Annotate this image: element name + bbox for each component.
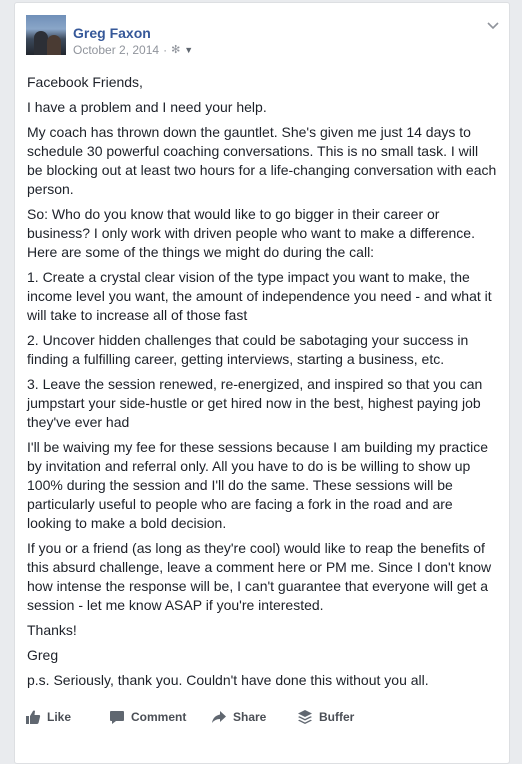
like-label: Like — [47, 710, 72, 724]
avatar[interactable] — [26, 15, 66, 55]
post-body: Facebook Friends, I have a problem and I… — [27, 73, 497, 696]
like-button[interactable]: Like — [25, 709, 71, 725]
gear-globe-icon[interactable]: ✻ — [171, 43, 180, 57]
share-label: Share — [233, 710, 267, 724]
post-paragraph: Facebook Friends, — [27, 74, 143, 90]
thumbs-up-icon — [25, 709, 41, 725]
post-paragraph: I have a problem and I need your help. — [27, 99, 267, 115]
post-paragraph: My coach has thrown down the gauntlet. S… — [27, 124, 497, 197]
privacy-caret-icon[interactable]: ▼ — [184, 43, 193, 57]
chevron-down-icon[interactable] — [487, 19, 499, 33]
avatar-figure — [47, 35, 61, 55]
post-paragraph: If you or a friend (as long as they're c… — [27, 540, 492, 613]
post-paragraph: p.s. Seriously, thank you. Couldn't have… — [27, 672, 429, 688]
buffer-stack-icon — [297, 709, 313, 725]
comment-label: Comment — [131, 710, 187, 724]
buffer-label: Buffer — [319, 710, 355, 724]
post-paragraph: 2. Uncover hidden challenges that could … — [27, 332, 469, 367]
post-paragraph: Thanks! — [27, 622, 77, 638]
meta-separator: · — [163, 43, 168, 57]
avatar-figure — [34, 31, 48, 55]
comment-button[interactable]: Comment — [109, 709, 186, 725]
post-paragraph: 3. Leave the session renewed, re-energiz… — [27, 376, 483, 430]
share-arrow-icon — [211, 709, 227, 725]
post-actions: Like Comment Share Buffer — [15, 703, 509, 731]
post-paragraph: Greg — [27, 647, 59, 663]
post-header: Greg Faxon October 2, 2014 · ✻ ▼ — [15, 3, 509, 61]
post-paragraph: I'll be waiving my fee for these session… — [27, 439, 489, 531]
post-paragraph: So: Who do you know that would like to g… — [27, 206, 475, 260]
share-button[interactable]: Share — [211, 709, 266, 725]
comment-icon — [109, 709, 125, 725]
post-meta: October 2, 2014 · ✻ ▼ — [73, 43, 193, 57]
post-date[interactable]: October 2, 2014 — [73, 43, 159, 57]
post-card: Greg Faxon October 2, 2014 · ✻ ▼ Faceboo… — [14, 2, 510, 764]
buffer-button[interactable]: Buffer — [297, 709, 354, 725]
post-paragraph: 1. Create a crystal clear vision of the … — [27, 269, 492, 323]
author-name[interactable]: Greg Faxon — [73, 25, 151, 41]
